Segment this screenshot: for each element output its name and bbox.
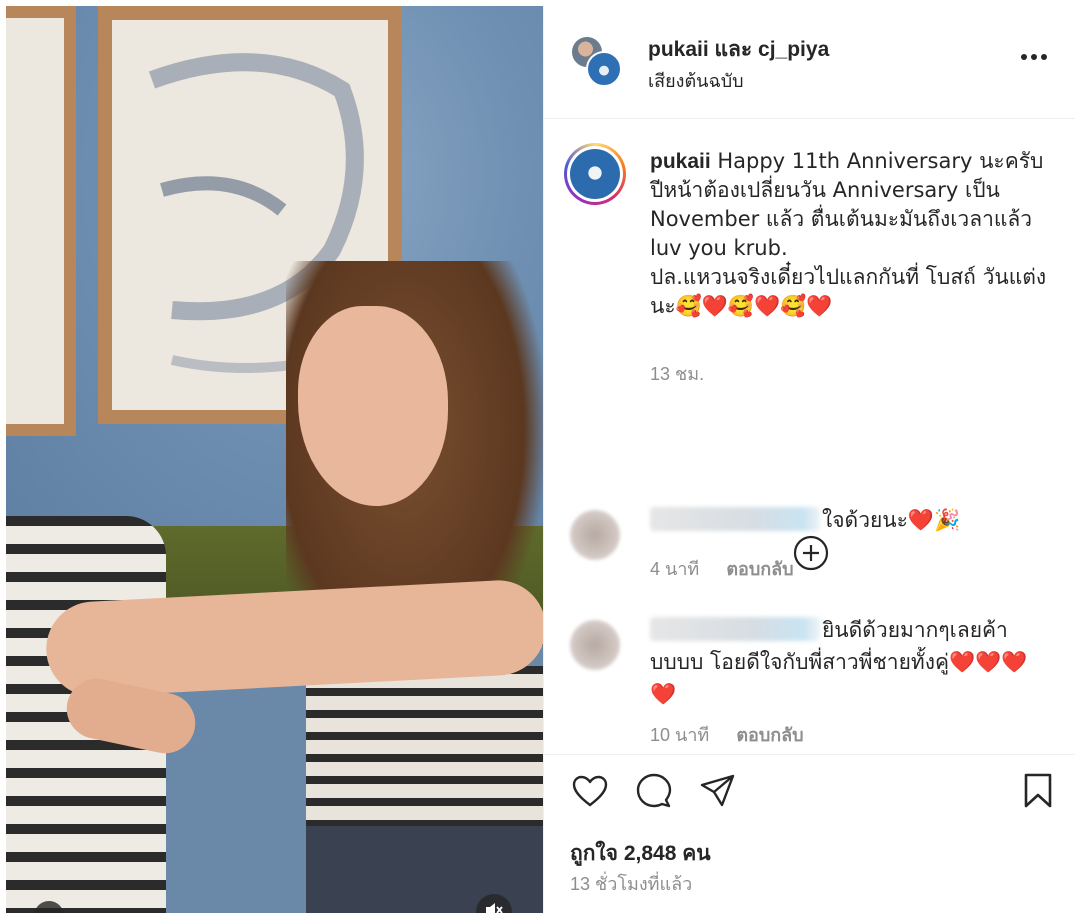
- heart-icon: [572, 775, 608, 807]
- reply-button[interactable]: ตอบกลับ: [736, 725, 803, 745]
- like-button[interactable]: [570, 771, 610, 811]
- caption-body: Happy 11th Anniversary นะครับ ปีหน้าต้อง…: [650, 149, 1047, 318]
- post-authors[interactable]: pukaii และ cj_piya: [648, 33, 829, 66]
- post-dialog: pukaii และ cj_piya เสียงต้นฉบับ pukaii H…: [0, 0, 1080, 913]
- comment-button[interactable]: [634, 771, 674, 811]
- like-count[interactable]: ถูกใจ 2,848 คน: [570, 837, 711, 870]
- wall-painting-left: [6, 6, 76, 436]
- comment-body: ใจด้วยนะ❤️🎉: [822, 508, 961, 532]
- more-options-button[interactable]: [1014, 42, 1054, 72]
- caption-text: pukaii Happy 11th Anniversary นะครับ ปีห…: [650, 147, 1050, 321]
- share-button[interactable]: [698, 771, 738, 811]
- caption-username[interactable]: pukaii: [650, 150, 711, 173]
- comment-meta: 10 นาที ตอบกลับ: [650, 720, 826, 749]
- action-bar: ถูกใจ 2,848 คน 13 ชั่วโมงที่แล้ว: [544, 754, 1075, 914]
- comment-icon: [636, 773, 672, 808]
- send-icon: [700, 774, 735, 807]
- caption-time: 13 ชม.: [650, 364, 705, 384]
- avatar[interactable]: [570, 620, 620, 670]
- post-timestamp: 13 ชั่วโมงที่แล้ว: [570, 874, 693, 894]
- caption-avatar[interactable]: [564, 143, 626, 205]
- comment-time: 4 นาที: [650, 559, 700, 579]
- save-button[interactable]: [1018, 771, 1058, 811]
- comment-username-blurred[interactable]: [650, 617, 820, 641]
- post-header: pukaii และ cj_piya เสียงต้นฉบับ: [544, 6, 1075, 119]
- avatar[interactable]: [570, 510, 620, 560]
- more-horizontal-icon: [1021, 54, 1047, 60]
- comment-username-blurred[interactable]: [650, 507, 820, 531]
- post-video[interactable]: [6, 6, 543, 913]
- collab-avatars[interactable]: [570, 35, 624, 89]
- comment-meta: 4 นาที ตอบกลับ: [650, 554, 816, 583]
- comment-text: ใจด้วยนะ❤️🎉: [650, 504, 1040, 536]
- reply-button[interactable]: ตอบกลับ: [726, 559, 793, 579]
- avatar[interactable]: [586, 51, 622, 87]
- original-audio-link[interactable]: เสียงต้นฉบับ: [648, 66, 744, 95]
- comment-text: ยินดีด้วยมากๆเลยค้าบบบบ โอยดีใจกับพี่สาว…: [650, 614, 1040, 710]
- comment-time: 10 นาที: [650, 725, 710, 745]
- post-details-panel: pukaii และ cj_piya เสียงต้นฉบับ pukaii H…: [543, 6, 1075, 913]
- bookmark-icon: [1024, 773, 1052, 808]
